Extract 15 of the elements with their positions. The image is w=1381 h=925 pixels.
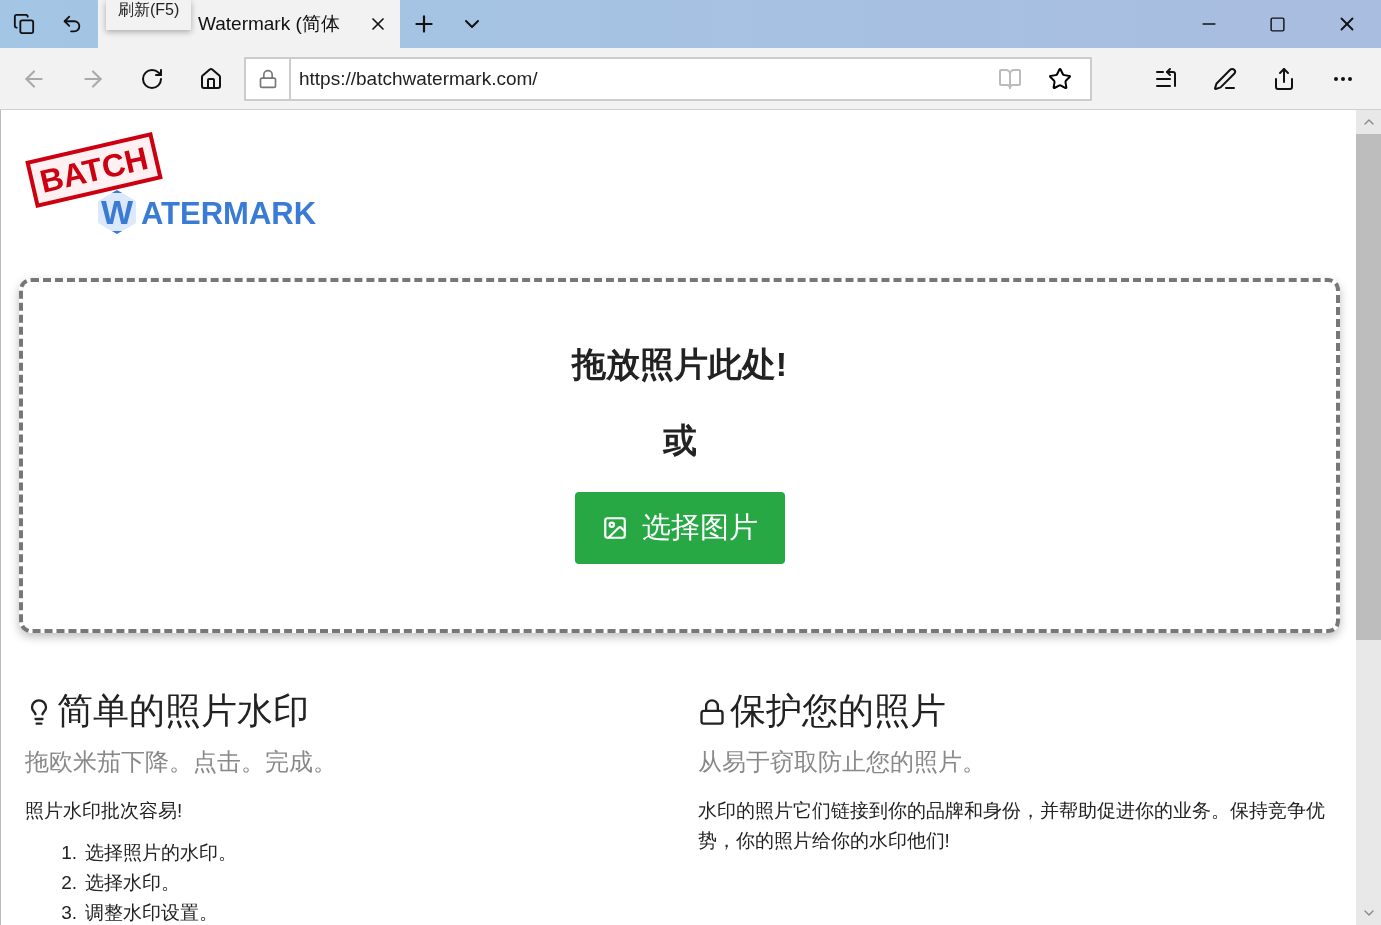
feature-subtitle: 拖欧米茄下降。点击。完成。 xyxy=(25,747,338,777)
feature-text: 照片水印批次容易! xyxy=(25,799,184,823)
step-text: 调整水印设置。 xyxy=(85,901,218,925)
feature-subtitle: 从易于窃取防止您的照片。 xyxy=(697,747,987,777)
feature-title: 简单的照片水印 xyxy=(25,687,668,736)
step-number: 3. xyxy=(60,901,77,925)
tooltip: 刷新(F5) xyxy=(106,0,192,30)
drop-title: 拖放照片此处! xyxy=(571,344,788,385)
or-text: 或 xyxy=(662,420,697,461)
step-text: 选择水印。 xyxy=(85,871,180,895)
step-number: 1. xyxy=(60,841,77,865)
step-number: 2. xyxy=(60,871,77,895)
feature-title: 保护您的照片 xyxy=(697,687,1340,736)
feature-text: 水印的照片它们链接到你的品牌和身份，并帮助促进你的业务。保持竞争优势，你的照片给你的水印他们! xyxy=(697,799,1326,853)
step-text: 选择照片的水印。 xyxy=(85,841,237,865)
